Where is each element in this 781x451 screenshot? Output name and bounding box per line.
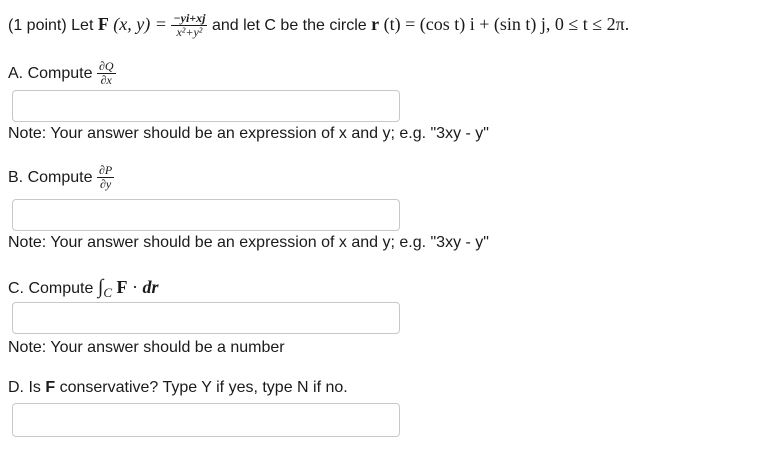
part-d-prompt: D. Is F conservative? Type Y if yes, typ…	[8, 376, 348, 400]
part-b-numerator: ∂P	[96, 163, 115, 179]
points-text: (1 point) Let	[8, 17, 94, 34]
part-c-answer-input[interactable]	[12, 302, 400, 334]
integral-subscript: C	[103, 285, 112, 301]
part-c-F: F	[116, 277, 128, 297]
part-b-answer-input[interactable]	[12, 199, 400, 231]
field-fraction: −yi+xj x²+y²	[171, 11, 208, 40]
field-args: (x, y) =	[113, 14, 167, 34]
r-symbol: r	[371, 14, 380, 34]
part-d-answer-input[interactable]	[12, 403, 400, 437]
part-c-note: Note: Your answer should be a number	[8, 339, 285, 356]
part-a-answer-input[interactable]	[12, 90, 400, 122]
circle-text: and let C be the circle	[211, 17, 367, 34]
part-d-F: F	[45, 379, 56, 396]
part-a-label: A. Compute	[8, 65, 93, 82]
field-fraction-denominator: x²+y²	[176, 25, 203, 40]
part-a-note: Note: Your answer should be an expressio…	[8, 125, 489, 142]
part-c-label: C. Compute	[8, 280, 94, 297]
problem-statement: (1 point) Let F (x, y) = −yi+xj x²+y² an…	[8, 10, 630, 40]
r-definition: (t) = (cos t) i + (sin t) j, 0 ≤ t ≤ 2π.	[383, 14, 630, 34]
part-a-denominator: ∂x	[100, 73, 112, 88]
part-b-fraction: ∂P ∂y	[96, 163, 115, 192]
part-a-numerator: ∂Q	[96, 59, 116, 75]
part-b-denominator: ∂y	[99, 177, 112, 192]
field-fraction-numerator: −yi+xj	[171, 11, 208, 27]
part-c-dr: dr	[142, 277, 159, 297]
part-d-label-post: conservative? Type Y if yes, type N if n…	[59, 379, 348, 396]
vector-field-symbol: F	[97, 14, 109, 34]
part-d-label-pre: D. Is	[8, 379, 41, 396]
part-c-prompt: C. Compute ∫C F · dr	[8, 273, 158, 301]
dot-operator: ·	[127, 277, 143, 297]
part-b-label: B. Compute	[8, 169, 93, 186]
part-b-note: Note: Your answer should be an expressio…	[8, 234, 489, 251]
part-b-prompt: B. Compute ∂P ∂y	[8, 160, 115, 196]
part-a-fraction: ∂Q ∂x	[96, 59, 116, 88]
part-a-prompt: A. Compute ∂Q ∂x	[8, 56, 116, 92]
